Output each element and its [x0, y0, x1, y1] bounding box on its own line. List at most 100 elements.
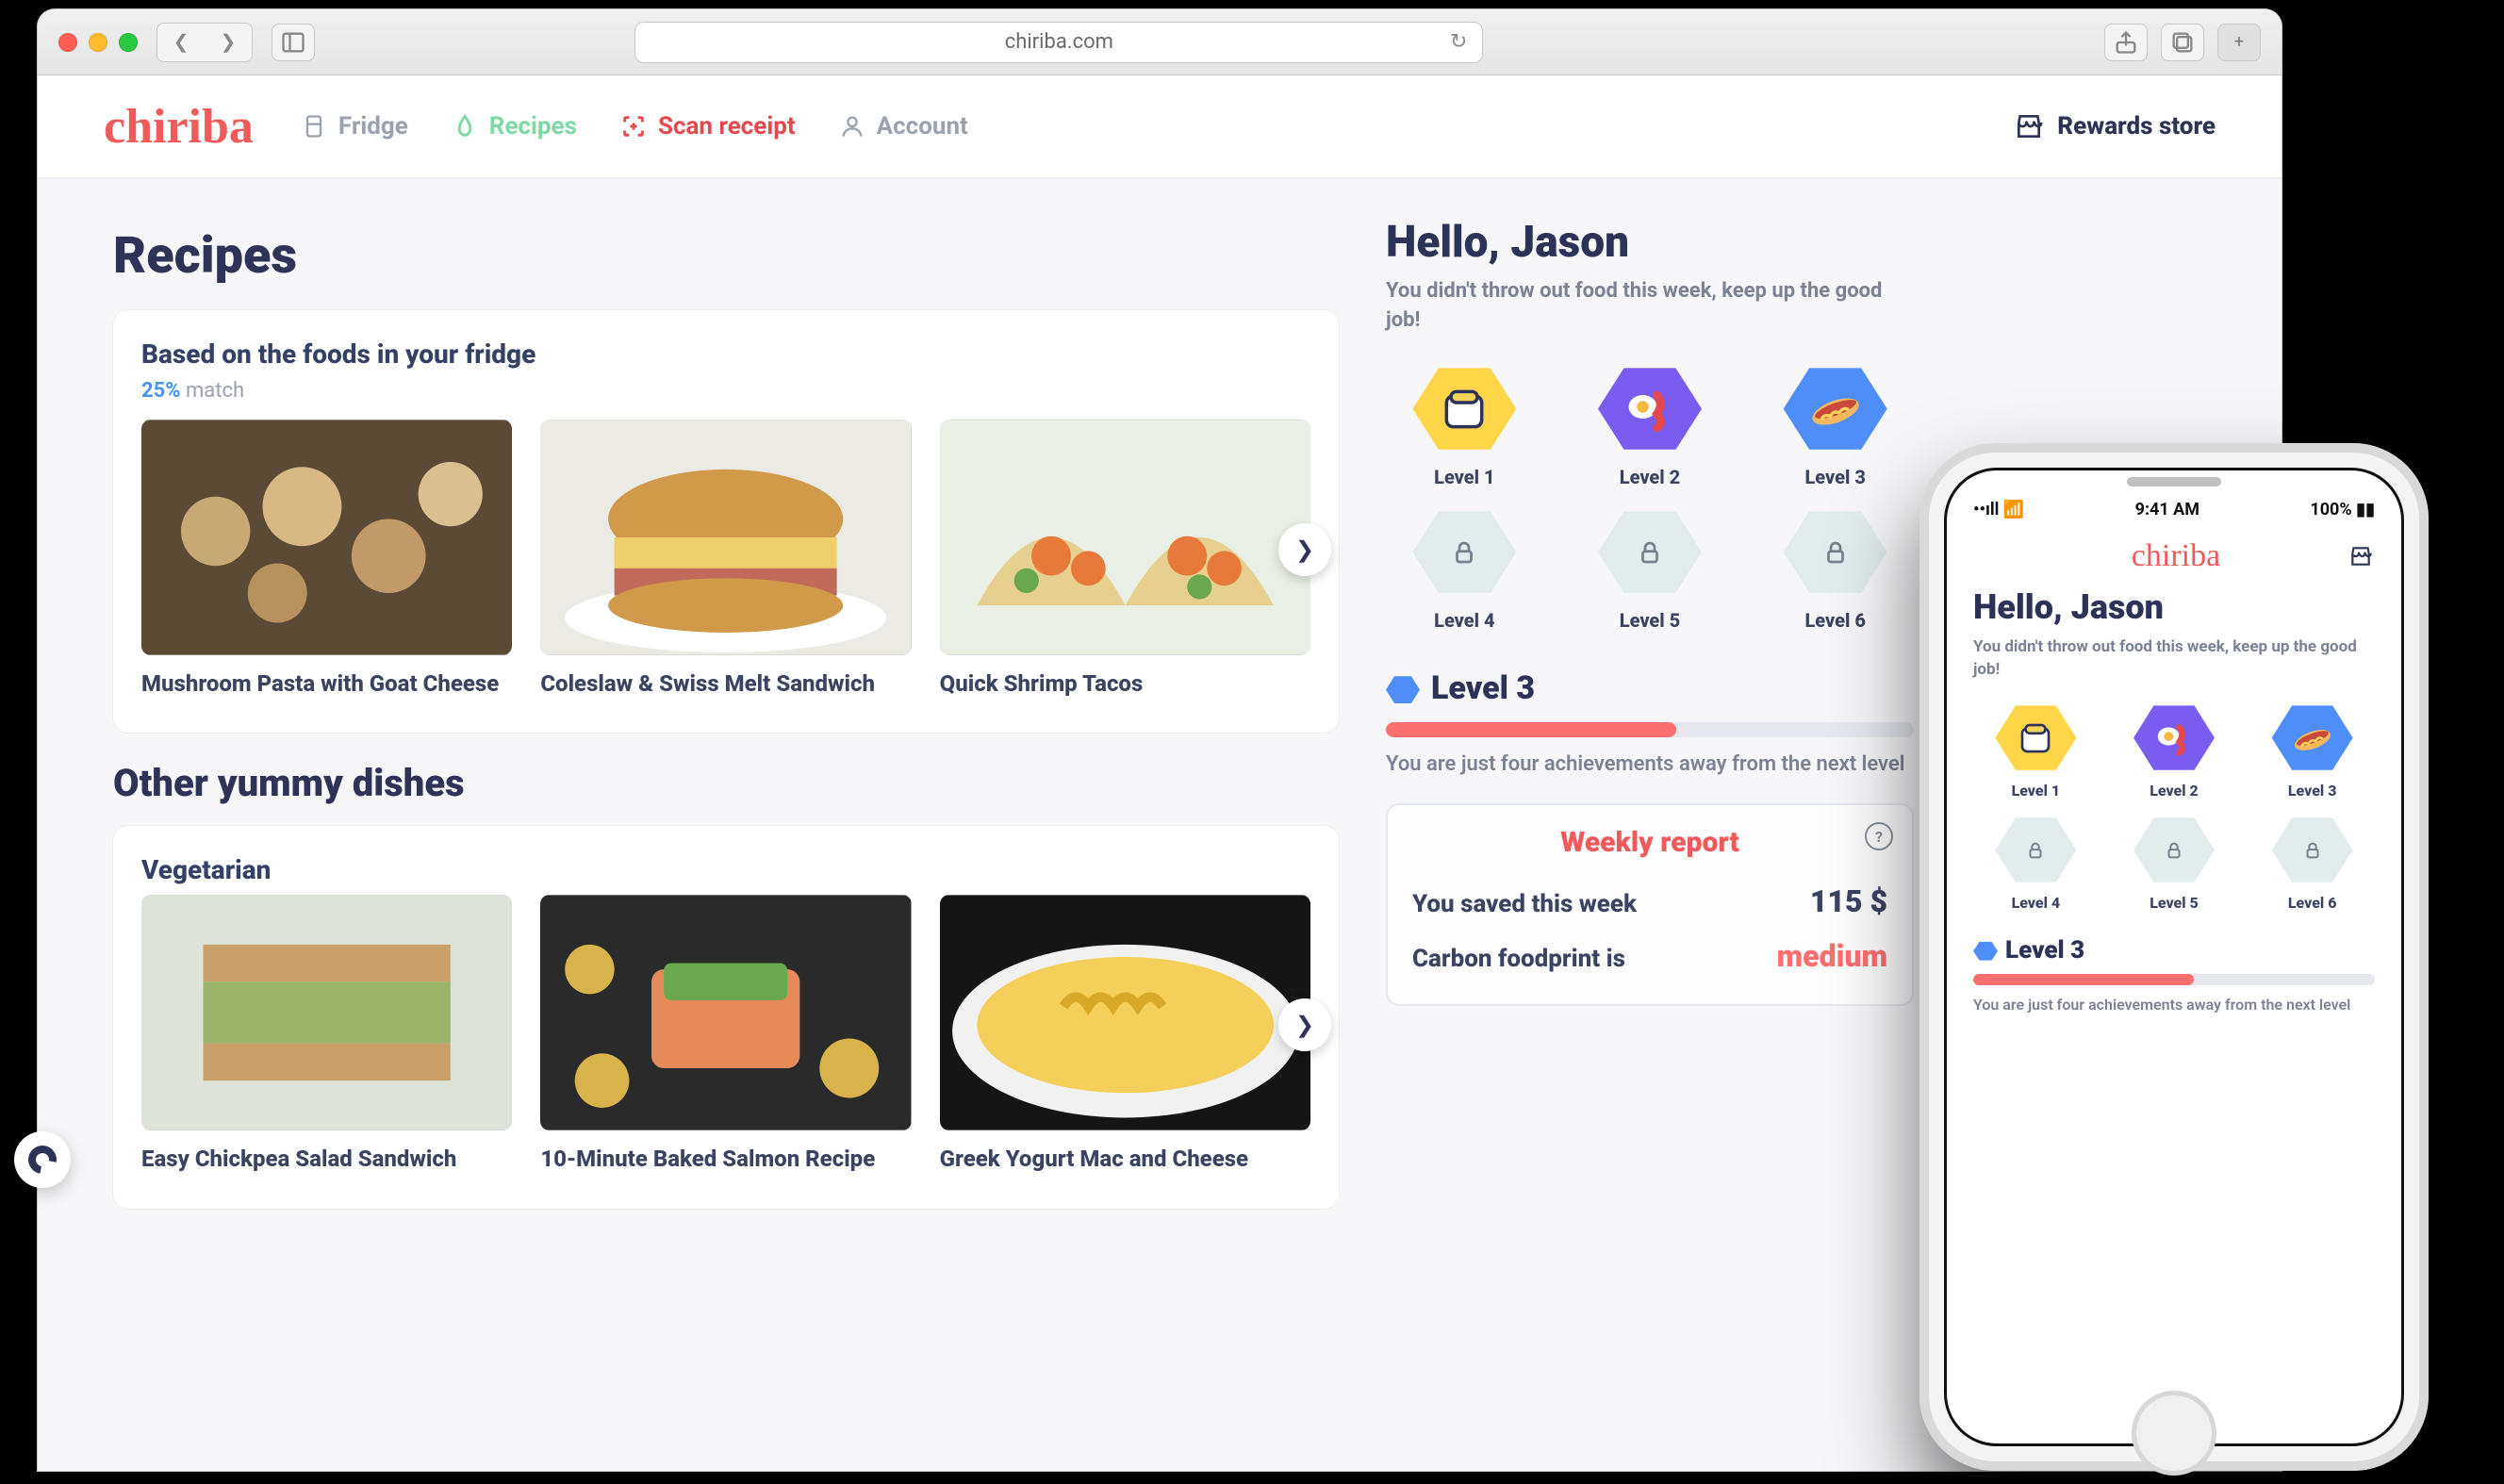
- level-badge-5[interactable]: Level 5: [2112, 815, 2237, 912]
- greeting-subtitle: You didn't throw out food this week, kee…: [1973, 636, 2375, 682]
- toast-icon: [1995, 702, 2076, 774]
- nav-rewards-store[interactable]: Rewards store: [2014, 111, 2216, 141]
- lock-icon: [2133, 815, 2215, 886]
- fullscreen-window-button[interactable]: [119, 33, 138, 52]
- address-bar[interactable]: chiriba.com ↻: [634, 22, 1483, 63]
- recipe-tile[interactable]: Mushroom Pasta with Goat Cheese: [141, 420, 512, 699]
- nav-buttons: ❮ ❯: [156, 23, 253, 62]
- scan-icon: [620, 113, 647, 140]
- forward-button[interactable]: ❯: [205, 24, 252, 61]
- vegetarian-card: Vegetarian Easy Chickpea Salad Sandwich …: [113, 826, 1339, 1208]
- account-icon: [839, 113, 865, 140]
- level-badge-3[interactable]: Level 3: [2249, 702, 2375, 800]
- level-badge-4[interactable]: Level 4: [1386, 507, 1543, 632]
- recipe-tile[interactable]: Coleslaw & Swiss Melt Sandwich: [540, 420, 911, 699]
- level-label: Level 5: [1572, 609, 1729, 632]
- eggs-bacon-icon: [1598, 364, 1702, 454]
- weekly-report-title: Weekly report: [1412, 826, 1887, 859]
- match-word: match: [186, 379, 244, 403]
- brand-logo[interactable]: chiriba: [104, 99, 254, 155]
- level-label: Level 3: [1756, 466, 1914, 488]
- recipe-image-shrimp-tacos: [940, 420, 1310, 655]
- level-label: Level 6: [1756, 609, 1914, 632]
- nav-fridge-label: Fridge: [338, 112, 408, 140]
- lock-icon: [2272, 815, 2353, 886]
- report-row-saved: You saved this week 115 $: [1412, 874, 1887, 929]
- recipe-tile[interactable]: Easy Chickpea Salad Sandwich: [141, 895, 512, 1174]
- sidebar-toggle-button[interactable]: [272, 24, 315, 61]
- nav-scan-label: Scan receipt: [658, 112, 796, 140]
- level-progress-caption: You are just four achievements away from…: [1973, 995, 2375, 1015]
- recipe-image-chickpea-sandwich: [141, 895, 512, 1130]
- store-icon[interactable]: [2348, 544, 2373, 569]
- whisk-icon: [452, 113, 478, 140]
- level-progress-bar: [1973, 974, 2375, 985]
- level-badge-4[interactable]: Level 4: [1973, 815, 2099, 912]
- match-pct: 25%: [141, 379, 181, 403]
- new-tab-button[interactable]: +: [2217, 24, 2261, 61]
- toast-icon: [1412, 364, 1516, 454]
- recipe-title: Mushroom Pasta with Goat Cheese: [141, 668, 512, 699]
- nav-account-label: Account: [877, 112, 968, 140]
- main-nav: Fridge Recipes Scan receipt Account: [301, 112, 968, 140]
- level-badge-2[interactable]: Level 2: [1572, 364, 1729, 488]
- level-badge-6[interactable]: Level 6: [1756, 507, 1914, 632]
- level-label: Level 3: [2249, 782, 2375, 800]
- fridge-recipes-card: Based on the foods in your fridge 25% ma…: [113, 310, 1339, 733]
- current-level-label: Level 3: [2005, 936, 2084, 965]
- recipe-tile[interactable]: Greek Yogurt Mac and Cheese: [940, 895, 1310, 1174]
- vegetarian-row: Easy Chickpea Salad Sandwich 10-Minute B…: [141, 895, 1310, 1174]
- current-level-heading: Level 3: [1386, 669, 1914, 707]
- share-button[interactable]: [2104, 24, 2148, 61]
- level-label: Level 4: [1386, 609, 1543, 632]
- carousel-next-button[interactable]: ❯: [1278, 998, 1331, 1051]
- reload-icon[interactable]: ↻: [1450, 30, 1467, 54]
- eggs-bacon-icon: [2133, 702, 2215, 774]
- level-badge-5[interactable]: Level 5: [1572, 507, 1729, 632]
- signal-icon: ••ıll 📶: [1973, 500, 2024, 519]
- phone-home-button[interactable]: [2132, 1391, 2216, 1476]
- phone-screen: ••ıll 📶 9:41 AM 100% ▮▮ chiriba Hello, J…: [1944, 468, 2404, 1446]
- recipe-image-mac-cheese: [940, 895, 1310, 1130]
- recipe-tile[interactable]: Quick Shrimp Tacos: [940, 420, 1310, 699]
- level-badge-1[interactable]: Level 1: [1386, 364, 1543, 488]
- hotdog-icon: [2272, 702, 2353, 774]
- close-window-button[interactable]: [58, 33, 77, 52]
- hexagon-icon: [1386, 675, 1420, 705]
- nav-fridge[interactable]: Fridge: [301, 112, 408, 140]
- hotdog-icon: [1784, 364, 1887, 454]
- carousel-next-button[interactable]: ❯: [1278, 523, 1331, 576]
- report-carbon-value: medium: [1777, 938, 1887, 974]
- level-progress-caption: You are just four achievements away from…: [1386, 750, 1914, 780]
- status-battery: 100% ▮▮: [2310, 500, 2375, 519]
- achievement-levels: Level 1 Level 2 Level 3: [1386, 364, 1914, 632]
- greeting-subtitle: You didn't throw out food this week, kee…: [1386, 277, 1914, 336]
- nav-recipes[interactable]: Recipes: [452, 112, 577, 140]
- level-badge-2[interactable]: Level 2: [2112, 702, 2237, 800]
- help-icon[interactable]: ?: [1865, 822, 1893, 850]
- nav-account[interactable]: Account: [839, 112, 968, 140]
- recipe-tile[interactable]: 10-Minute Baked Salmon Recipe: [540, 895, 911, 1174]
- level-progress-bar: [1386, 722, 1914, 737]
- chat-icon: [23, 1140, 62, 1179]
- brand-logo[interactable]: chiriba: [2132, 538, 2220, 574]
- recipe-title: Easy Chickpea Salad Sandwich: [141, 1144, 512, 1174]
- hexagon-icon: [1973, 941, 1998, 962]
- fridge-card-heading: Based on the foods in your fridge: [141, 338, 1310, 370]
- page-title: Recipes: [113, 226, 1339, 286]
- chat-widget-button[interactable]: [14, 1131, 71, 1188]
- phone-status-bar: ••ıll 📶 9:41 AM 100% ▮▮: [1947, 487, 2401, 531]
- level-badge-3[interactable]: Level 3: [1756, 364, 1914, 488]
- greeting: Hello, Jason: [1386, 217, 1914, 268]
- back-button[interactable]: ❮: [157, 24, 205, 61]
- tabs-button[interactable]: [2161, 24, 2204, 61]
- nav-scan-receipt[interactable]: Scan receipt: [620, 112, 796, 140]
- minimize-window-button[interactable]: [89, 33, 107, 52]
- level-badge-1[interactable]: Level 1: [1973, 702, 2099, 800]
- lock-icon: [1995, 815, 2076, 886]
- recipe-image-baked-salmon: [540, 895, 911, 1130]
- weekly-report-card: ? Weekly report You saved this week 115 …: [1386, 803, 1914, 1006]
- level-label: Level 2: [1572, 466, 1729, 488]
- level-badge-6[interactable]: Level 6: [2249, 815, 2375, 912]
- lock-icon: [1784, 507, 1887, 598]
